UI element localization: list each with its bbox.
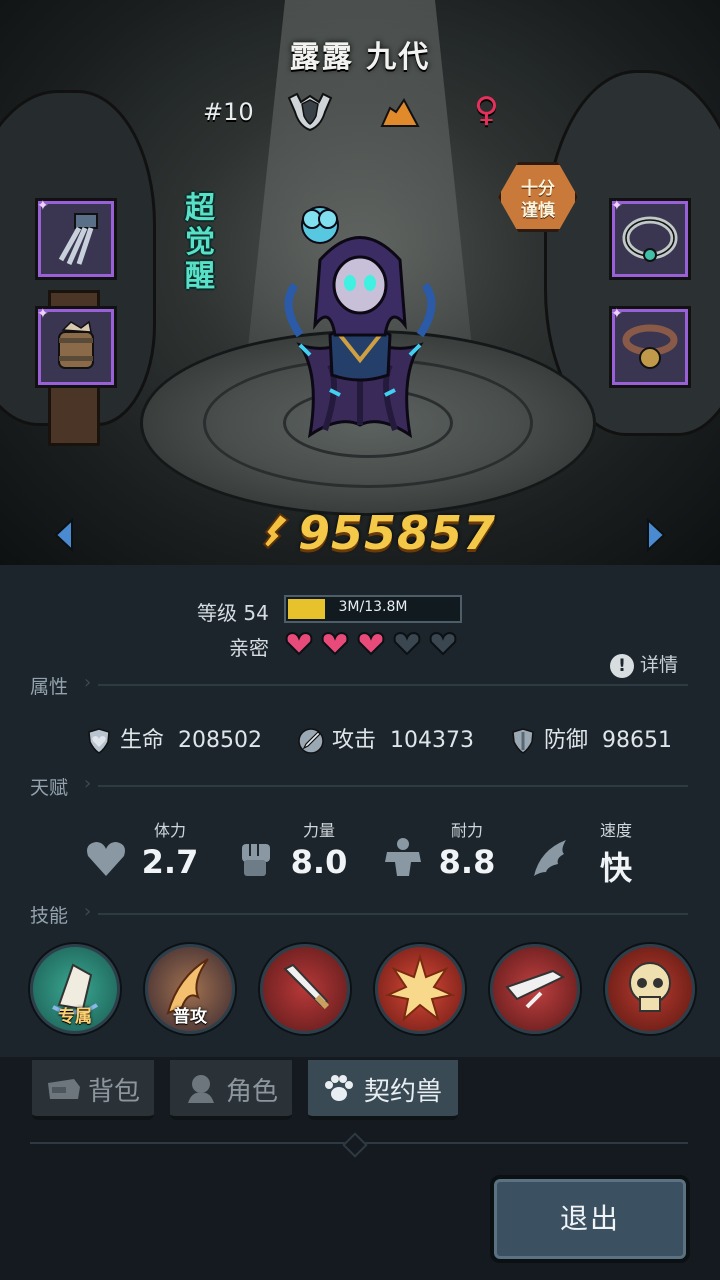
skill-exclusive-tag: 专属 [58,1007,92,1027]
level-label: 等级 54 [197,601,269,625]
hero-character[interactable] [270,185,450,445]
female-gender-icon: ♀ [474,90,499,130]
stat-attack: 攻击 104373 [298,722,474,754]
chevron-right-icon: › [84,672,92,693]
skull-icon [629,962,671,1012]
info-icon: ! [610,654,634,678]
skill-blade-slash[interactable] [490,944,580,1034]
section-skills: 技能 [30,905,69,927]
talent-speed-label: 速度 [599,821,632,840]
tab-contract-beast[interactable]: 契约兽 [308,1060,458,1120]
skill-skull[interactable] [605,944,695,1034]
earth-element-icon[interactable] [380,98,420,128]
section-divider [98,913,688,915]
sword-strike-icon [283,963,330,1010]
heart-empty-icon [393,631,421,656]
person-icon [188,1075,214,1103]
intimacy-hearts[interactable] [285,630,465,660]
talent-speed-value: 快 [599,849,632,887]
stat-defense-value: 98651 [602,728,673,753]
section-divider [98,684,688,686]
power-value: 955857 [298,506,497,560]
talent-strength: 力量 8.0 [269,817,369,881]
intimacy-label: 亲密 [229,636,269,660]
talent-endurance-value: 8.8 [438,843,496,881]
talent-strength-label: 力量 [302,821,335,840]
section-attributes: 属性 [30,676,69,698]
tab-character-label: 角色 [226,1077,279,1107]
talent-stamina-value: 2.7 [141,843,199,881]
barrel-armor-icon [58,320,94,369]
stat-defense-label: 防御 [544,728,589,753]
heart-filled-icon [321,631,349,656]
equip-slot-weapon[interactable]: ✦ [37,198,114,277]
talent-endurance: 耐力 8.8 [417,817,517,881]
bell-collar-icon [622,324,678,369]
detail-button[interactable]: ! 详情 [610,650,678,678]
chevron-right-icon: › [84,773,92,794]
sparkle-icon: ✦ [611,198,623,214]
tab-bag-label: 背包 [88,1077,141,1107]
detail-label: 详情 [640,654,679,676]
sparkle-icon: ✦ [611,306,623,322]
claw-icon [58,213,98,266]
talent-stamina-label: 体力 [153,821,186,840]
talent-endurance-label: 耐力 [450,821,483,840]
tab-character[interactable]: 角色 [170,1060,292,1120]
equip-slot-collar[interactable]: ✦ [611,306,688,385]
tab-contract-beast-label: 契约兽 [364,1077,443,1107]
paw-icon [325,1075,353,1101]
section-divider [98,785,688,787]
blade-slash-icon [505,969,566,1009]
heart-shield-icon [88,728,110,754]
skill-sword-strike[interactable] [260,944,350,1034]
section-talents: 天赋 [30,777,69,799]
prev-hero-arrow[interactable] [52,518,76,552]
xp-text: 3M/13.8M [338,599,408,615]
next-hero-arrow[interactable] [644,518,668,552]
talent-stamina: 体力 2.7 [120,817,220,881]
shield-icon [512,728,534,754]
bag-icon [48,1079,80,1099]
tab-bag[interactable]: 背包 [32,1060,154,1120]
chevron-right-icon: › [84,901,92,922]
combat-power: 955857 [258,504,495,560]
hero-rank: #10 [203,98,254,126]
equip-slot-armor[interactable]: ✦ [37,306,114,385]
power-icon [262,512,290,550]
explosion-icon [384,953,456,1022]
exit-button[interactable]: 退出 [490,1175,690,1263]
skill-basic-attack-tag: 普攻 [173,1007,207,1027]
skill-basic-attack[interactable]: 普攻 [145,944,235,1034]
sparkle-icon: ✦ [37,198,49,214]
trait-line-2: 谨慎 [521,201,555,221]
stat-attack-label: 攻击 [332,728,377,753]
heart-empty-icon [429,631,457,656]
skill-explosion[interactable] [375,944,465,1034]
heart-filled-icon [357,631,385,656]
skill-exclusive[interactable]: 专属 [30,944,120,1034]
stat-hp-label: 生命 [120,728,165,753]
sword-icon [298,728,324,754]
stat-hp-value: 208502 [178,728,262,753]
equip-slot-necklace[interactable]: ✦ [611,198,688,277]
hero-name: 露露 九代 [289,40,431,75]
stat-defense: 防御 98651 [510,722,672,754]
super-awaken-label[interactable]: 超觉醒 [178,188,222,298]
heart-filled-icon [285,631,313,656]
xp-bar: 3M/13.8M [284,595,462,623]
stat-hp: 生命 208502 [86,722,262,754]
necklace-icon [622,216,678,262]
shield-rank-icon[interactable] [287,92,333,132]
sparkle-icon: ✦ [37,306,49,322]
talent-strength-value: 8.0 [290,843,348,881]
talent-speed: 速度 快 [566,817,666,889]
stat-attack-value: 104373 [390,728,474,753]
